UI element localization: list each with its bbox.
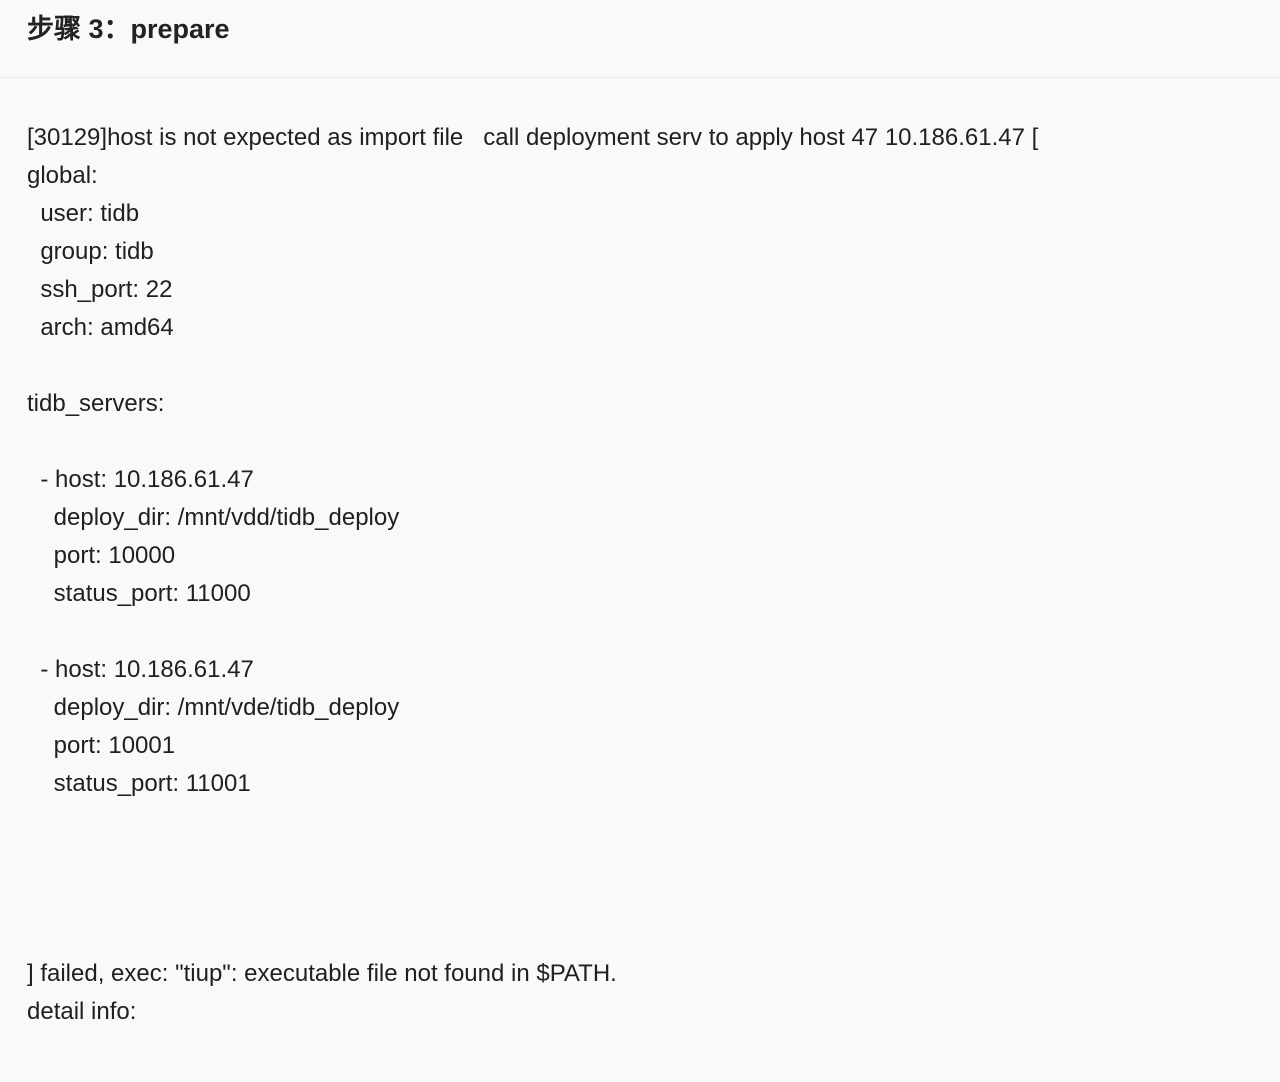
log-line: ssh_port: 22 bbox=[27, 276, 173, 303]
log-line: user: tidb bbox=[27, 200, 140, 227]
log-line: - host: 10.186.61.47 bbox=[27, 466, 254, 493]
log-output: [30129]host is not expected as import fi… bbox=[27, 119, 1257, 1031]
log-line: detail info: bbox=[27, 998, 137, 1025]
log-line: arch: amd64 bbox=[27, 314, 174, 341]
log-line: ] failed, exec: "tiup": executable file … bbox=[27, 960, 617, 987]
log-line: status_port: 11000 bbox=[27, 580, 251, 607]
log-line: global: bbox=[27, 162, 98, 189]
step-title: 步骤 3：prepare bbox=[27, 14, 230, 44]
log-line: - host: 10.186.61.47 bbox=[27, 656, 254, 683]
log-line: deploy_dir: /mnt/vde/tidb_deploy bbox=[27, 694, 400, 721]
log-line: deploy_dir: /mnt/vdd/tidb_deploy bbox=[27, 504, 400, 531]
step-header: 步骤 3：prepare bbox=[0, 0, 1280, 78]
log-line: [30129]host is not expected as import fi… bbox=[27, 124, 1039, 151]
log-line: status_port: 11001 bbox=[27, 770, 251, 797]
log-line: tidb_servers: bbox=[27, 390, 165, 417]
log-line: port: 10001 bbox=[27, 732, 176, 759]
log-line: port: 10000 bbox=[27, 542, 176, 569]
log-line: group: tidb bbox=[27, 238, 154, 265]
